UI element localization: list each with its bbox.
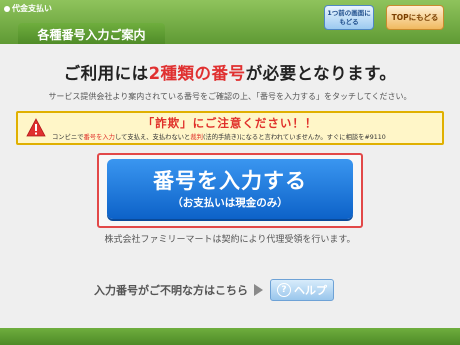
payment-note: （お支払いは現金のみ） (172, 196, 288, 209)
back-button-label: 1つ前の画面に もどる (327, 8, 371, 26)
enter-number-label: 番号を入力する (153, 168, 307, 193)
help-button-label: ヘルプ (294, 284, 327, 297)
enter-number-button[interactable]: 番号を入力する （お支払いは現金のみ） (107, 159, 353, 219)
question-icon: ? (277, 283, 291, 297)
help-prompt: 入力番号がご不明な方はこちら (94, 284, 248, 297)
warning-title: 「詐欺」にご注意ください！！ (142, 116, 318, 130)
top-bar: 代金支払い 各種番号入力ご案内 1つ前の画面に もどる TOPにもどる (0, 0, 460, 45)
bullet-icon (4, 5, 10, 12)
page-title: 各種番号入力ご案内 (18, 23, 165, 45)
bottom-bar (0, 328, 460, 345)
service-label: 代金支払い (4, 3, 52, 14)
agency-notice: 株式会社ファミリーマートは契約により代理受領を行います。 (104, 235, 356, 245)
headline-highlight: 2種類の番号 (148, 64, 246, 83)
top-button[interactable]: TOPにもどる (386, 5, 444, 30)
arrow-right-icon (254, 284, 263, 296)
back-button[interactable]: 1つ前の画面に もどる (324, 5, 374, 30)
instruction-text: サービス提供会社より案内されている番号をご確認の上、「番号を入力する」をタッチし… (48, 92, 412, 101)
fraud-warning-box: 「詐欺」にご注意ください！！ コンビニで番号を入力して支払え、支払わないと裁判(… (16, 111, 444, 145)
service-label-text: 代金支払い (12, 4, 52, 13)
headline: ご利用には2種類の番号が必要となります。 (63, 64, 397, 83)
help-row: 入力番号がご不明な方はこちら ? ヘルプ (94, 279, 334, 301)
warning-body: コンビニで番号を入力して支払え、支払わないと裁判(法的手続き)になると言われてい… (52, 134, 386, 141)
help-button[interactable]: ? ヘルプ (270, 279, 334, 301)
